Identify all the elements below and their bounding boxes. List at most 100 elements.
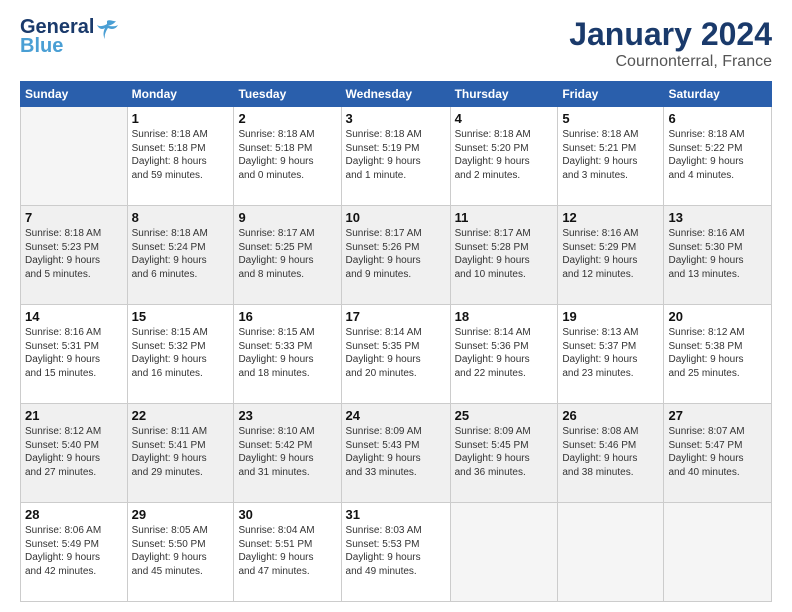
- day-info: Sunrise: 8:15 AM Sunset: 5:33 PM Dayligh…: [238, 326, 336, 380]
- day-info: Sunrise: 8:18 AM Sunset: 5:21 PM Dayligh…: [562, 128, 659, 182]
- table-row: 27 Sunrise: 8:07 AM Sunset: 5:47 PM Dayli…: [664, 404, 772, 503]
- table-row: 2 Sunrise: 8:18 AM Sunset: 5:18 PM Daylig…: [234, 107, 341, 206]
- day-number: 15: [132, 309, 230, 324]
- day-number: 30: [238, 507, 336, 522]
- table-row: 17 Sunrise: 8:14 AM Sunset: 5:35 PM Dayli…: [341, 305, 450, 404]
- calendar-week-row: 1 Sunrise: 8:18 AM Sunset: 5:18 PM Daylig…: [21, 107, 772, 206]
- day-number: 10: [346, 210, 446, 225]
- day-number: 4: [455, 111, 554, 126]
- day-number: 21: [25, 408, 123, 423]
- table-row: 16 Sunrise: 8:15 AM Sunset: 5:33 PM Dayli…: [234, 305, 341, 404]
- day-number: 5: [562, 111, 659, 126]
- day-info: Sunrise: 8:07 AM Sunset: 5:47 PM Dayligh…: [668, 425, 767, 479]
- table-row: 25 Sunrise: 8:09 AM Sunset: 5:45 PM Dayli…: [450, 404, 558, 503]
- table-row: [558, 503, 664, 602]
- day-number: 27: [668, 408, 767, 423]
- day-info: Sunrise: 8:09 AM Sunset: 5:45 PM Dayligh…: [455, 425, 554, 479]
- day-number: 9: [238, 210, 336, 225]
- header-sunday: Sunday: [21, 82, 128, 107]
- header-friday: Friday: [558, 82, 664, 107]
- table-row: 24Sunrise: 8:09 AM Sunset: 5:43 PM Dayli…: [341, 404, 450, 503]
- day-info: Sunrise: 8:12 AM Sunset: 5:38 PM Dayligh…: [668, 326, 767, 380]
- logo-blue-text: Blue: [20, 35, 63, 58]
- table-row: 28 Sunrise: 8:06 AM Sunset: 5:49 PM Dayli…: [21, 503, 128, 602]
- day-number: 14: [25, 309, 123, 324]
- day-number: 7: [25, 210, 123, 225]
- day-info: Sunrise: 8:15 AM Sunset: 5:32 PM Dayligh…: [132, 326, 230, 380]
- day-info: Sunrise: 8:14 AM Sunset: 5:36 PM Dayligh…: [455, 326, 554, 380]
- table-row: 5 Sunrise: 8:18 AM Sunset: 5:21 PM Daylig…: [558, 107, 664, 206]
- day-number: 18: [455, 309, 554, 324]
- day-number: 2: [238, 111, 336, 126]
- table-row: 20 Sunrise: 8:12 AM Sunset: 5:38 PM Dayli…: [664, 305, 772, 404]
- day-number: 23: [238, 408, 336, 423]
- calendar-week-row: 14 Sunrise: 8:16 AM Sunset: 5:31 PM Dayli…: [21, 305, 772, 404]
- table-row: 18 Sunrise: 8:14 AM Sunset: 5:36 PM Dayli…: [450, 305, 558, 404]
- day-number: 8: [132, 210, 230, 225]
- day-number: 12: [562, 210, 659, 225]
- header: General Blue January 2024 Cournonterral,…: [20, 16, 772, 71]
- page: General Blue January 2024 Cournonterral,…: [0, 0, 792, 612]
- day-info: Sunrise: 8:18 AM Sunset: 5:20 PM Dayligh…: [455, 128, 554, 182]
- day-info: Sunrise: 8:14 AM Sunset: 5:35 PM Dayligh…: [346, 326, 446, 380]
- table-row: 22 Sunrise: 8:11 AM Sunset: 5:41 PM Dayli…: [127, 404, 234, 503]
- table-row: 10Sunrise: 8:17 AM Sunset: 5:26 PM Dayli…: [341, 206, 450, 305]
- table-row: 14 Sunrise: 8:16 AM Sunset: 5:31 PM Dayli…: [21, 305, 128, 404]
- day-number: 13: [668, 210, 767, 225]
- table-row: 8 Sunrise: 8:18 AM Sunset: 5:24 PM Daylig…: [127, 206, 234, 305]
- header-tuesday: Tuesday: [234, 82, 341, 107]
- day-info: Sunrise: 8:18 AM Sunset: 5:18 PM Dayligh…: [238, 128, 336, 182]
- day-info: Sunrise: 8:16 AM Sunset: 5:31 PM Dayligh…: [25, 326, 123, 380]
- table-row: 11 Sunrise: 8:17 AM Sunset: 5:28 PM Dayli…: [450, 206, 558, 305]
- day-info: Sunrise: 8:11 AM Sunset: 5:41 PM Dayligh…: [132, 425, 230, 479]
- day-number: 16: [238, 309, 336, 324]
- table-row: 21 Sunrise: 8:12 AM Sunset: 5:40 PM Dayli…: [21, 404, 128, 503]
- header-monday: Monday: [127, 82, 234, 107]
- day-number: 3: [346, 111, 446, 126]
- calendar-week-row: 7 Sunrise: 8:18 AM Sunset: 5:23 PM Daylig…: [21, 206, 772, 305]
- day-number: 19: [562, 309, 659, 324]
- day-number: 29: [132, 507, 230, 522]
- day-info: Sunrise: 8:10 AM Sunset: 5:42 PM Dayligh…: [238, 425, 336, 479]
- table-row: 9 Sunrise: 8:17 AM Sunset: 5:25 PM Daylig…: [234, 206, 341, 305]
- day-info: Sunrise: 8:18 AM Sunset: 5:18 PM Dayligh…: [132, 128, 230, 182]
- table-row: 3Sunrise: 8:18 AM Sunset: 5:19 PM Daylig…: [341, 107, 450, 206]
- header-wednesday: Wednesday: [341, 82, 450, 107]
- table-row: 12 Sunrise: 8:16 AM Sunset: 5:29 PM Dayli…: [558, 206, 664, 305]
- day-info: Sunrise: 8:09 AM Sunset: 5:43 PM Dayligh…: [346, 425, 446, 479]
- day-info: Sunrise: 8:16 AM Sunset: 5:29 PM Dayligh…: [562, 227, 659, 281]
- table-row: 30 Sunrise: 8:04 AM Sunset: 5:51 PM Dayli…: [234, 503, 341, 602]
- day-info: Sunrise: 8:18 AM Sunset: 5:23 PM Dayligh…: [25, 227, 123, 281]
- table-row: 4 Sunrise: 8:18 AM Sunset: 5:20 PM Daylig…: [450, 107, 558, 206]
- day-number: 28: [25, 507, 123, 522]
- day-info: Sunrise: 8:16 AM Sunset: 5:30 PM Dayligh…: [668, 227, 767, 281]
- table-row: [21, 107, 128, 206]
- day-info: Sunrise: 8:13 AM Sunset: 5:37 PM Dayligh…: [562, 326, 659, 380]
- day-info: Sunrise: 8:17 AM Sunset: 5:25 PM Dayligh…: [238, 227, 336, 281]
- day-info: Sunrise: 8:17 AM Sunset: 5:28 PM Dayligh…: [455, 227, 554, 281]
- day-number: 25: [455, 408, 554, 423]
- day-number: 20: [668, 309, 767, 324]
- day-number: 6: [668, 111, 767, 126]
- day-number: 17: [346, 309, 446, 324]
- day-number: 22: [132, 408, 230, 423]
- table-row: [450, 503, 558, 602]
- table-row: 7 Sunrise: 8:18 AM Sunset: 5:23 PM Daylig…: [21, 206, 128, 305]
- day-number: 26: [562, 408, 659, 423]
- day-info: Sunrise: 8:18 AM Sunset: 5:24 PM Dayligh…: [132, 227, 230, 281]
- day-info: Sunrise: 8:18 AM Sunset: 5:22 PM Dayligh…: [668, 128, 767, 182]
- calendar-table: Sunday Monday Tuesday Wednesday Thursday…: [20, 81, 772, 602]
- table-row: 15 Sunrise: 8:15 AM Sunset: 5:32 PM Dayli…: [127, 305, 234, 404]
- day-info: Sunrise: 8:04 AM Sunset: 5:51 PM Dayligh…: [238, 524, 336, 578]
- day-number: 1: [132, 111, 230, 126]
- day-info: Sunrise: 8:06 AM Sunset: 5:49 PM Dayligh…: [25, 524, 123, 578]
- logo-bird-icon: [96, 17, 118, 39]
- day-number: 11: [455, 210, 554, 225]
- day-info: Sunrise: 8:12 AM Sunset: 5:40 PM Dayligh…: [25, 425, 123, 479]
- logo: General Blue: [20, 16, 118, 58]
- table-row: 31Sunrise: 8:03 AM Sunset: 5:53 PM Dayli…: [341, 503, 450, 602]
- calendar-subtitle: Cournonterral, France: [569, 53, 772, 71]
- table-row: 1 Sunrise: 8:18 AM Sunset: 5:18 PM Daylig…: [127, 107, 234, 206]
- table-row: 6 Sunrise: 8:18 AM Sunset: 5:22 PM Daylig…: [664, 107, 772, 206]
- table-row: 29Sunrise: 8:05 AM Sunset: 5:50 PM Dayli…: [127, 503, 234, 602]
